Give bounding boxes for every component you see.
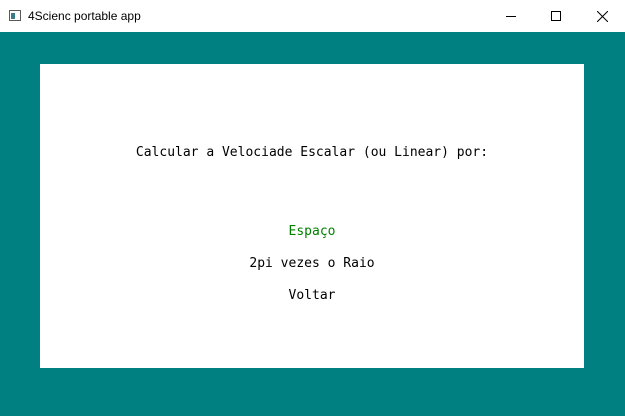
maximize-button[interactable] <box>533 0 579 32</box>
menu-prompt: Calcular a Velociade Escalar (ou Linear)… <box>135 145 489 160</box>
minimize-icon <box>506 16 516 17</box>
option-espaco[interactable]: Espaço <box>40 223 584 241</box>
title-bar[interactable]: 4Scienc portable app <box>0 0 625 32</box>
option-2pi-vezes-raio[interactable]: 2pi vezes o Raio <box>40 255 584 273</box>
maximize-icon <box>551 11 561 21</box>
option-voltar[interactable]: Voltar <box>40 287 584 305</box>
menu-panel: Calcular a Velociade Escalar (ou Linear)… <box>40 64 584 368</box>
app-window-icon <box>9 10 21 21</box>
close-icon <box>596 10 608 22</box>
window-title: 4Scienc portable app <box>28 9 141 23</box>
minimize-button[interactable] <box>488 0 534 32</box>
app-window: 4Scienc portable app Calcular a Velociad… <box>0 0 625 416</box>
close-button[interactable] <box>579 0 625 32</box>
